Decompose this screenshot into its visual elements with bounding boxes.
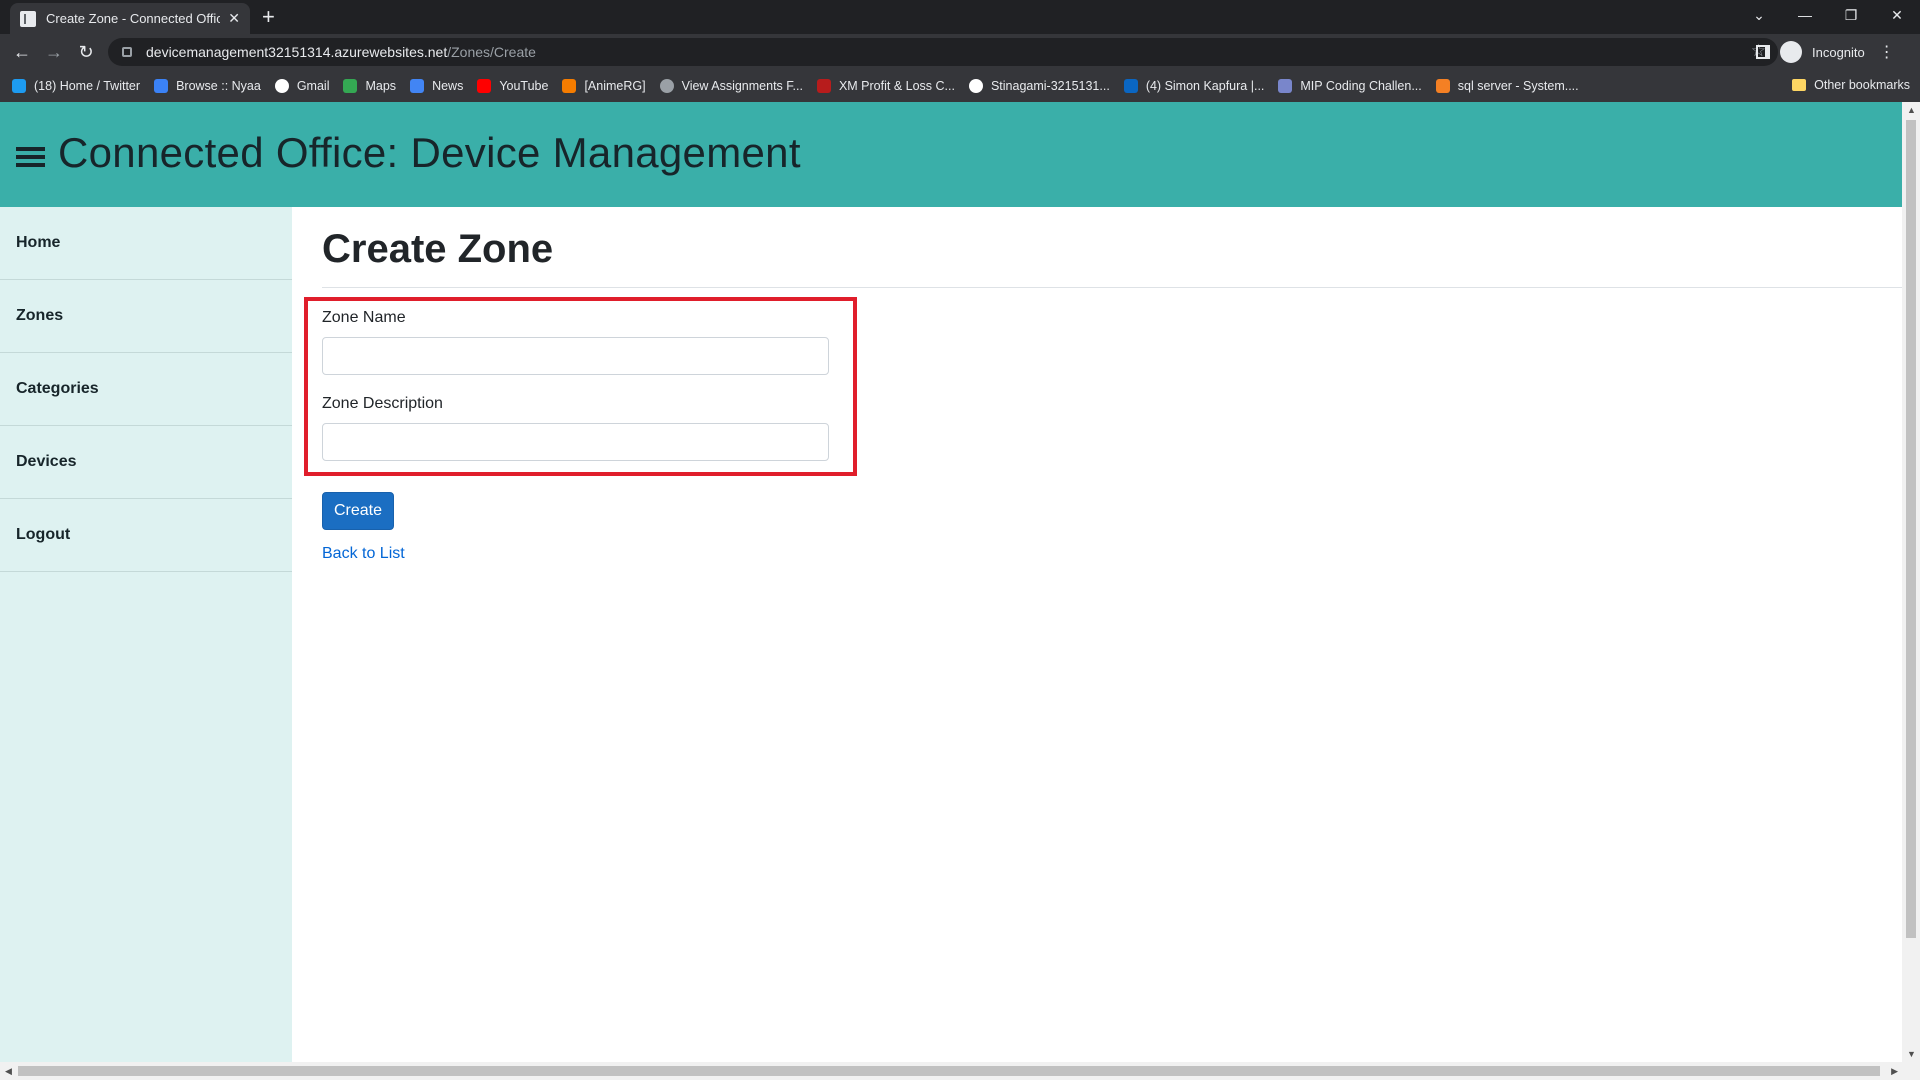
zone-name-label: Zone Name <box>322 309 406 326</box>
side-panel-icon[interactable] <box>1756 45 1770 59</box>
sidebar-item-home[interactable]: Home <box>0 207 292 280</box>
create-button[interactable]: Create <box>322 492 394 530</box>
bookmark-label: Browse :: Nyaa <box>176 79 261 93</box>
sidebar: Home Zones Categories Devices Logout <box>0 207 292 1080</box>
bookmark-item[interactable]: MIP Coding Challen... <box>1278 79 1422 93</box>
zone-description-input[interactable] <box>322 423 829 461</box>
bookmark-label: YouTube <box>499 79 549 93</box>
bookmark-favicon-icon <box>274 79 289 93</box>
horizontal-scroll-thumb[interactable] <box>18 1066 1880 1076</box>
back-to-list-link[interactable]: Back to List <box>322 545 405 563</box>
close-window-icon[interactable]: ✕ <box>1874 7 1920 24</box>
browser-tabstrip: Create Zone - Connected Office: ✕ + ⌄ — … <box>0 0 1920 34</box>
scroll-right-icon[interactable]: ▶ <box>1891 1066 1898 1077</box>
browser-tab[interactable]: Create Zone - Connected Office: ✕ <box>10 3 250 34</box>
other-bookmarks[interactable]: Other bookmarks <box>1792 78 1910 92</box>
bookmark-item[interactable]: [AnimeRG] <box>562 79 646 93</box>
browser-toolbar: ← → ↻ devicemanagement32151314.azurewebs… <box>0 34 1920 70</box>
zone-name-input[interactable] <box>322 337 829 375</box>
profile-label[interactable]: Incognito <box>1812 45 1865 60</box>
other-bookmarks-label: Other bookmarks <box>1814 78 1910 92</box>
page-viewport: Connected Office: Device Management Home… <box>0 102 1920 1080</box>
sidebar-item-zones[interactable]: Zones <box>0 280 292 353</box>
bookmark-item[interactable]: (4) Simon Kapfura |... <box>1123 79 1265 93</box>
menu-kebab-icon[interactable]: ⋮ <box>1879 42 1895 62</box>
lock-icon[interactable] <box>122 47 132 57</box>
bookmark-favicon-icon <box>968 79 983 93</box>
bookmark-item[interactable]: Gmail <box>274 79 330 93</box>
hamburger-menu-icon[interactable] <box>16 147 45 167</box>
tab-title: Create Zone - Connected Office: <box>46 11 221 26</box>
sidebar-item-logout[interactable]: Logout <box>0 499 292 572</box>
restore-icon[interactable]: ❐ <box>1828 7 1874 24</box>
horizontal-scrollbar[interactable]: ◀ ▶ <box>0 1062 1920 1080</box>
scroll-left-icon[interactable]: ◀ <box>5 1066 12 1077</box>
forward-arrow-icon[interactable]: → <box>42 40 66 64</box>
bookmark-favicon-icon <box>659 79 674 93</box>
vertical-scrollbar[interactable]: ▲ ▼ <box>1902 102 1920 1062</box>
bookmark-label: (18) Home / Twitter <box>34 79 141 93</box>
sidebar-item-categories[interactable]: Categories <box>0 353 292 426</box>
bookmark-item[interactable]: Browse :: Nyaa <box>154 79 261 93</box>
bookmark-label: Stinagami-3215131... <box>990 79 1110 93</box>
minimize-icon[interactable]: — <box>1782 7 1828 23</box>
app-header: Connected Office: Device Management <box>0 102 1902 207</box>
bookmark-favicon-icon <box>154 79 169 93</box>
bookmark-item[interactable]: YouTube <box>477 79 548 93</box>
bookmark-favicon-icon <box>477 79 492 93</box>
title-divider <box>322 287 1902 288</box>
bookmark-favicon-icon <box>343 79 358 93</box>
bookmark-item[interactable]: Maps <box>343 79 396 93</box>
zone-description-label: Zone Description <box>322 395 443 412</box>
address-bar[interactable]: devicemanagement32151314.azurewebsites.n… <box>108 38 1778 66</box>
url-path: /Zones/Create <box>447 44 536 60</box>
bookmark-label: Maps <box>365 79 397 93</box>
bookmark-label: XM Profit & Loss C... <box>838 79 955 93</box>
bookmark-favicon-icon <box>562 79 577 93</box>
bookmark-item[interactable]: Stinagami-3215131... <box>968 79 1110 93</box>
bookmark-label: Gmail <box>296 79 330 93</box>
bookmark-item[interactable]: News <box>410 79 463 93</box>
bookmark-label: [AnimeRG] <box>584 79 646 93</box>
vertical-scroll-thumb[interactable] <box>1906 120 1916 938</box>
page-favicon-icon <box>20 10 36 27</box>
bookmark-item[interactable]: XM Profit & Loss C... <box>816 79 955 93</box>
bookmark-label: sql server - System.... <box>1457 79 1579 93</box>
page-title: Create Zone <box>322 227 554 271</box>
window-controls: ⌄ — ❐ ✕ <box>1736 0 1920 30</box>
scroll-up-icon[interactable]: ▲ <box>1907 105 1916 115</box>
bookmark-favicon-icon <box>1123 79 1138 93</box>
toolbar-right: Incognito ⋮ <box>1756 38 1895 66</box>
bookmark-favicon-icon <box>1278 79 1293 93</box>
new-tab-button[interactable]: + <box>262 6 275 28</box>
close-tab-icon[interactable]: ✕ <box>228 10 240 27</box>
main-content: Create Zone Zone Name Zone Description C… <box>292 207 1902 1080</box>
url-host: devicemanagement32151314.azurewebsites.n… <box>146 44 448 60</box>
bookmark-label: (4) Simon Kapfura |... <box>1145 79 1265 93</box>
scroll-down-icon[interactable]: ▼ <box>1907 1049 1916 1059</box>
back-arrow-icon[interactable]: ← <box>10 40 34 64</box>
bookmark-label: News <box>432 79 464 93</box>
app-title: Connected Office: Device Management <box>58 129 801 176</box>
bookmark-label: View Assignments F... <box>681 79 803 93</box>
bookmark-favicon-icon <box>410 79 425 93</box>
bookmark-item[interactable]: View Assignments F... <box>659 79 803 93</box>
folder-icon <box>1792 79 1807 91</box>
bookmarks-bar: (18) Home / Twitter Browse :: Nyaa Gmail… <box>0 70 1920 102</box>
incognito-icon[interactable] <box>1780 41 1802 63</box>
bookmark-favicon-icon <box>12 79 26 93</box>
bookmark-favicon-icon <box>816 79 831 93</box>
bookmark-favicon-icon <box>1435 79 1450 93</box>
sidebar-item-devices[interactable]: Devices <box>0 426 292 499</box>
bookmark-item[interactable]: (18) Home / Twitter <box>12 79 140 93</box>
tab-search-icon[interactable]: ⌄ <box>1736 7 1782 24</box>
bookmark-label: MIP Coding Challen... <box>1300 79 1422 93</box>
bookmark-item[interactable]: sql server - System.... <box>1435 79 1579 93</box>
reload-icon[interactable]: ↻ <box>74 40 98 64</box>
